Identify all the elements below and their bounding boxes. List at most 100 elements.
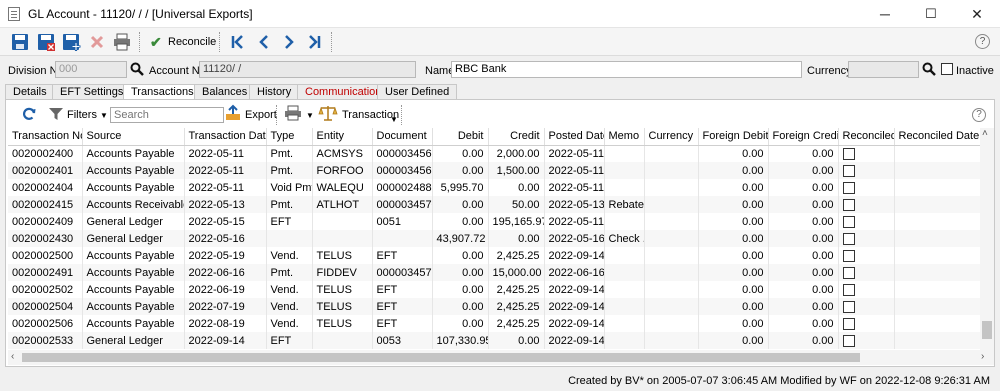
table-row[interactable]: 0020002506 Accounts Payable 2022-08-19 Vend… — [8, 315, 980, 332]
table-cell: Accounts Payable — [82, 247, 185, 264]
currency-field[interactable] — [848, 61, 919, 78]
column-header[interactable]: Currency — [644, 128, 699, 146]
help-icon[interactable]: ? — [975, 34, 990, 49]
table-row[interactable]: 0020002415 Accounts Receivable 2022-05-13 P… — [8, 196, 980, 213]
reconciled-checkbox[interactable] — [842, 300, 855, 313]
reconciled-checkbox[interactable] — [842, 317, 855, 330]
table-row[interactable]: 0020002502 Accounts Payable 2022-06-19 Vend… — [8, 281, 980, 298]
scroll-left-icon[interactable]: ‹ — [11, 351, 14, 362]
reconcile-button[interactable]: ✔ Reconcile — [148, 32, 216, 52]
reconciled-checkbox[interactable] — [842, 147, 855, 160]
export-button[interactable]: Export — [245, 107, 277, 123]
filters-button[interactable]: Filters — [67, 107, 97, 123]
column-header[interactable]: Transaction No — [8, 128, 83, 146]
table-row[interactable]: 0020002430 General Ledger 2022-05-16 43,907… — [8, 230, 980, 247]
reconciled-checkbox[interactable] — [842, 198, 855, 211]
column-header[interactable]: Foreign Debit — [698, 128, 769, 146]
vertical-scrollbar[interactable]: ˄ — [980, 128, 994, 350]
previous-record-icon[interactable] — [254, 32, 274, 52]
save-close-icon[interactable] — [36, 32, 56, 52]
reconciled-checkbox[interactable] — [842, 266, 855, 279]
column-header[interactable]: Debit — [432, 128, 489, 146]
filters-dropdown-icon[interactable]: ▼ — [100, 108, 108, 124]
table-cell — [894, 264, 980, 281]
table-cell — [894, 145, 980, 162]
column-header[interactable]: Posted Date — [544, 128, 605, 146]
delete-icon[interactable] — [87, 32, 107, 52]
tab-user-defined[interactable]: User Defined — [377, 84, 458, 99]
currency-label: Currency — [807, 65, 852, 77]
table-cell: EFT — [266, 332, 313, 349]
tab-details[interactable]: Details — [5, 84, 55, 99]
transaction-scale-icon[interactable] — [318, 104, 338, 122]
table-cell: 2022-05-13 — [184, 196, 267, 213]
filter-icon[interactable] — [48, 106, 64, 122]
column-header[interactable]: Entity — [312, 128, 373, 146]
name-field[interactable]: RBC Bank — [451, 61, 802, 78]
print-icon[interactable] — [112, 32, 132, 52]
table-cell: 0020002430 — [8, 230, 83, 247]
save-icon[interactable] — [10, 32, 30, 52]
minimize-button[interactable]: ─ — [862, 0, 908, 28]
transaction-dropdown-icon[interactable]: ▼ — [390, 112, 398, 128]
reconciled-checkbox[interactable] — [842, 181, 855, 194]
reconciled-cell — [838, 145, 895, 162]
reconciled-checkbox[interactable] — [842, 249, 855, 262]
next-record-icon[interactable] — [279, 32, 299, 52]
column-header[interactable]: Type — [266, 128, 313, 146]
column-header[interactable]: Document — [372, 128, 433, 146]
tab-eft-settings[interactable]: EFT Settings — [52, 84, 132, 99]
reconciled-checkbox[interactable] — [842, 334, 855, 347]
table-cell: 50.00 — [488, 196, 545, 213]
tab-history[interactable]: History — [249, 84, 300, 99]
reconciled-checkbox[interactable] — [842, 164, 855, 177]
tab-balances[interactable]: Balances — [194, 84, 256, 99]
grid-print-icon[interactable] — [284, 104, 302, 122]
scroll-up-icon[interactable]: ˄ — [982, 128, 988, 139]
search-input[interactable] — [110, 107, 224, 123]
division-field[interactable]: 000 — [55, 61, 127, 78]
column-header[interactable]: Transaction Date — [184, 128, 267, 146]
currency-lookup-icon[interactable] — [922, 62, 936, 76]
table-cell: Accounts Payable — [82, 281, 185, 298]
scroll-right-icon[interactable]: › — [981, 351, 984, 362]
table-cell: 0000034569 — [372, 162, 433, 179]
table-row[interactable]: 0020002533 General Ledger 2022-09-14 EFT 005… — [8, 332, 980, 349]
column-header[interactable]: Memo — [604, 128, 645, 146]
export-icon[interactable] — [224, 104, 242, 122]
reconciled-cell — [838, 247, 895, 264]
reconciled-checkbox[interactable] — [842, 283, 855, 296]
table-row[interactable]: 0020002401 Accounts Payable 2022-05-11 Pmt.… — [8, 162, 980, 179]
table-row[interactable]: 0020002504 Accounts Payable 2022-07-19 Vend… — [8, 298, 980, 315]
vertical-scroll-thumb[interactable] — [982, 321, 992, 339]
horizontal-scroll-thumb[interactable] — [22, 353, 860, 362]
inactive-checkbox[interactable] — [941, 63, 953, 75]
horizontal-scrollbar[interactable]: ‹ › — [8, 350, 994, 365]
table-row[interactable]: 0020002491 Accounts Payable 2022-06-16 Pmt.… — [8, 264, 980, 281]
table-row[interactable]: 0020002500 Accounts Payable 2022-05-19 Vend… — [8, 247, 980, 264]
reconciled-checkbox[interactable] — [842, 232, 855, 245]
refresh-icon[interactable] — [20, 105, 38, 123]
print-dropdown-icon[interactable]: ▼ — [306, 108, 314, 124]
division-lookup-icon[interactable] — [130, 62, 144, 76]
grid-toolbar: Filters ▼ Export ▼ Transaction ▼ ? — [6, 100, 994, 128]
save-new-icon[interactable] — [61, 32, 81, 52]
close-button[interactable]: ✕ — [954, 0, 1000, 28]
first-record-icon[interactable] — [228, 32, 248, 52]
table-cell: 2022-05-11 — [544, 179, 605, 196]
column-header[interactable]: Reconciled — [838, 128, 895, 146]
table-cell: 43,907.72 — [432, 230, 489, 247]
grid-help-icon[interactable]: ? — [972, 108, 986, 122]
table-row[interactable]: 0020002404 Accounts Payable 2022-05-11 Void… — [8, 179, 980, 196]
column-header[interactable]: Foreign Credit — [768, 128, 839, 146]
maximize-button[interactable]: ☐ — [908, 0, 954, 28]
column-header[interactable]: Source — [82, 128, 185, 146]
account-field[interactable]: 11120/ / — [199, 61, 416, 78]
table-row[interactable]: 0020002409 General Ledger 2022-05-15 EFT 005… — [8, 213, 980, 230]
reconciled-checkbox[interactable] — [842, 215, 855, 228]
table-row[interactable]: 0020002400 Accounts Payable 2022-05-11 Pmt.… — [8, 145, 980, 162]
column-header[interactable]: Credit — [488, 128, 545, 146]
tab-transactions[interactable]: Transactions — [123, 84, 202, 100]
last-record-icon[interactable] — [304, 32, 324, 52]
column-header[interactable]: Reconciled Date — [894, 128, 980, 146]
